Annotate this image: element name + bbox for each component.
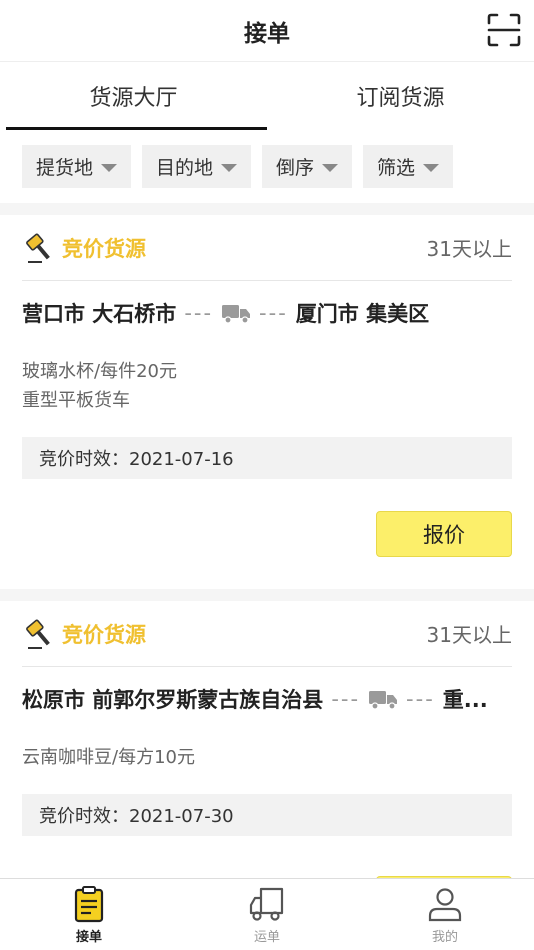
filter-pickup-label: 提货地 <box>36 157 94 179</box>
card-actions: 报价 <box>22 479 512 589</box>
bottom-tab-bar: 接单 运单 我的 <box>0 878 534 950</box>
route-from: 营口市 大石桥市 <box>22 302 177 326</box>
tabbar-item-mine[interactable]: 我的 <box>356 879 534 950</box>
goods-info: 玻璃水杯/每件20元 重型平板货车 <box>22 345 512 415</box>
tabbar-item-orders[interactable]: 接单 <box>0 879 178 950</box>
bid-deadline: 竞价时效：2021-07-16 <box>22 437 512 479</box>
filter-more-label: 筛选 <box>377 157 416 179</box>
tabbar-label: 接单 <box>75 930 102 945</box>
source-tabs: 货源大厅 订阅货源 <box>0 62 534 130</box>
goods-desc: 云南咖啡豆/每方10元 <box>22 747 195 768</box>
bid-deadline: 竞价时效：2021-07-30 <box>22 794 512 836</box>
quote-button[interactable]: 报价 <box>376 511 512 557</box>
tab-cargo-hall[interactable]: 货源大厅 <box>0 62 267 130</box>
scan-icon[interactable] <box>486 12 522 48</box>
truck-icon <box>249 887 284 921</box>
vehicle-type: 重型平板货车 <box>22 390 130 411</box>
filter-sort-label: 倒序 <box>276 157 315 179</box>
triangle-down-icon <box>423 163 440 172</box>
route-dash: --- <box>259 301 288 325</box>
filter-sort[interactable]: 倒序 <box>262 145 353 188</box>
tabbar-item-waybill[interactable]: 运单 <box>178 879 356 950</box>
page-title: 接单 <box>244 20 290 47</box>
route-dash: --- <box>331 687 361 711</box>
top-header: 接单 <box>0 0 534 62</box>
cargo-card[interactable]: 竞价货源 31天以上 松原市 前郭尔罗斯蒙古族自治县 --- --- 重... … <box>0 601 534 878</box>
truck-icon <box>369 691 398 710</box>
filter-more[interactable]: 筛选 <box>363 145 454 188</box>
route-from: 松原市 前郭尔罗斯蒙古族自治县 <box>22 688 324 712</box>
post-age: 31天以上 <box>426 237 512 261</box>
route: 营口市 大石桥市 --- --- 厦门市 集美区 <box>22 281 512 345</box>
goods-info: 云南咖啡豆/每方10元 <box>22 731 512 772</box>
post-age: 31天以上 <box>426 623 512 647</box>
filter-destination[interactable]: 目的地 <box>142 145 252 188</box>
triangle-down-icon <box>101 163 118 172</box>
card-actions: 报价 <box>22 836 512 878</box>
goods-desc: 玻璃水杯/每件20元 <box>22 361 177 382</box>
clipboard-icon <box>74 886 104 923</box>
cargo-list[interactable]: 竞价货源 31天以上 营口市 大石桥市 --- --- 厦门市 集美区 玻璃水杯… <box>0 215 534 878</box>
bid-tag: 竞价货源 <box>62 622 146 647</box>
triangle-down-icon <box>322 163 339 172</box>
tabbar-label: 运单 <box>253 930 280 945</box>
card-header: 竞价货源 31天以上 <box>22 601 512 667</box>
route-to: 重... <box>442 688 488 712</box>
filter-destination-label: 目的地 <box>156 157 214 179</box>
triangle-down-icon <box>221 163 238 172</box>
card-header: 竞价货源 31天以上 <box>22 215 512 281</box>
auction-hammer-icon <box>26 233 50 263</box>
truck-icon <box>222 305 251 324</box>
filter-bar: 提货地 目的地 倒序 筛选 <box>0 130 534 203</box>
route-dash: --- <box>184 301 214 325</box>
route-dash: --- <box>406 687 435 711</box>
user-icon <box>428 888 462 922</box>
auction-hammer-icon <box>26 619 50 649</box>
app-root: 接单 货源大厅 订阅货源 提货地 目的地 倒序 筛选 竞价货源 31天以上 营口… <box>0 0 534 950</box>
route-to: 厦门市 集美区 <box>295 302 430 326</box>
filter-pickup[interactable]: 提货地 <box>22 145 132 188</box>
cargo-card[interactable]: 竞价货源 31天以上 营口市 大石桥市 --- --- 厦门市 集美区 玻璃水杯… <box>0 215 534 589</box>
tab-subscribed-cargo[interactable]: 订阅货源 <box>267 62 534 130</box>
route: 松原市 前郭尔罗斯蒙古族自治县 --- --- 重... <box>22 667 512 731</box>
tabbar-label: 我的 <box>431 930 458 945</box>
bid-tag: 竞价货源 <box>62 236 146 261</box>
